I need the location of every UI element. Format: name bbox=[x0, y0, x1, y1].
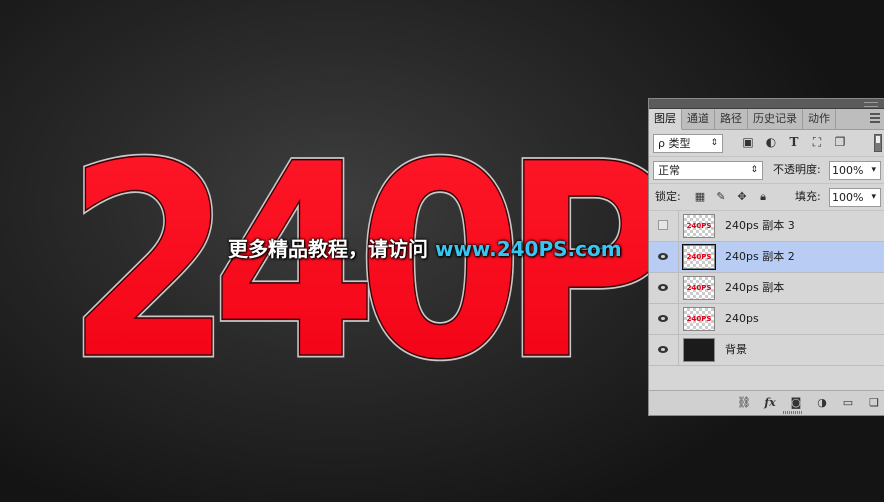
eye-icon[interactable] bbox=[658, 284, 668, 291]
blend-mode-value: 正常 bbox=[658, 164, 680, 177]
blend-row: 正常 ⇕ 不透明度: 100% ▾ bbox=[649, 157, 884, 184]
opacity-field[interactable]: 100% ▾ bbox=[829, 161, 881, 180]
layer-name[interactable]: 240ps bbox=[725, 304, 759, 334]
thumbnail-text: 240PS bbox=[686, 253, 712, 261]
blend-mode-select[interactable]: 正常 ⇕ bbox=[653, 161, 763, 180]
filter-kind-select[interactable]: ρ 类型 ⇕ bbox=[653, 134, 723, 153]
tab-actions[interactable]: 动作 bbox=[803, 109, 836, 129]
layer-name[interactable]: 240ps 副本 3 bbox=[725, 211, 795, 241]
panel-footer: ⛓ fx ◙ ◑ ▭ ❏ bbox=[649, 390, 884, 415]
tab-channels[interactable]: 通道 bbox=[682, 109, 715, 129]
filter-row: ρ 类型 ⇕ ▣ ◐ T ⛶ ❐ bbox=[649, 130, 884, 157]
lock-row: 锁定: ▦ ✎ ✥ 🔒︎ 填充: 100% ▾ bbox=[649, 184, 884, 211]
layer-thumbnail: 240PS bbox=[683, 307, 715, 331]
resize-grip[interactable] bbox=[783, 411, 803, 414]
layer-list: 240PS 240ps 副本 3 240PS 240ps 副本 2 240PS … bbox=[649, 211, 884, 366]
image-filter-icon[interactable]: ▣ bbox=[741, 135, 755, 149]
watermark: 更多精品教程，请访问 www.240PS.com bbox=[228, 234, 622, 264]
add-mask-icon[interactable]: ◙ bbox=[789, 395, 803, 409]
visibility-toggle[interactable] bbox=[649, 304, 679, 334]
adjustment-filter-icon[interactable]: ◐ bbox=[764, 135, 778, 149]
watermark-text: 更多精品教程，请访问 bbox=[228, 237, 428, 261]
filter-kind-label: ρ 类型 bbox=[658, 137, 691, 150]
fill-label: 填充: bbox=[795, 190, 821, 203]
select-arrows-icon: ⇕ bbox=[750, 165, 758, 175]
lock-all-icon[interactable]: 🔒︎ bbox=[756, 189, 770, 204]
lock-position-icon[interactable]: ✥ bbox=[735, 189, 749, 204]
fill-value: 100% bbox=[832, 191, 864, 204]
link-layers-icon[interactable]: ⛓ bbox=[737, 395, 751, 409]
eye-icon[interactable] bbox=[658, 253, 668, 260]
dropdown-arrow-icon: ▾ bbox=[871, 192, 876, 202]
lock-label: 锁定: bbox=[655, 190, 681, 203]
fx-icon[interactable]: fx bbox=[763, 395, 777, 409]
filter-toggle[interactable] bbox=[874, 134, 882, 152]
layer-name[interactable]: 240ps 副本 bbox=[725, 273, 784, 303]
layer-row-selected[interactable]: 240PS 240ps 副本 2 bbox=[649, 242, 884, 273]
select-arrows-icon: ⇕ bbox=[710, 138, 718, 148]
visibility-toggle[interactable] bbox=[649, 335, 679, 365]
opacity-label: 不透明度: bbox=[773, 163, 821, 176]
thumbnail-text: 240PS bbox=[686, 222, 712, 230]
dropdown-arrow-icon: ▾ bbox=[871, 165, 876, 175]
type-filter-icon[interactable]: T bbox=[787, 135, 801, 149]
visibility-toggle[interactable] bbox=[649, 211, 679, 241]
new-adjustment-icon[interactable]: ◑ bbox=[815, 395, 829, 409]
layer-name[interactable]: 背景 bbox=[725, 335, 747, 365]
background-thumbnail bbox=[683, 338, 715, 362]
visibility-toggle[interactable] bbox=[649, 242, 679, 272]
collapse-icon[interactable] bbox=[864, 102, 878, 107]
layers-panel: 图层 通道 路径 历史记录 动作 ρ 类型 ⇕ ▣ ◐ T ⛶ ❐ 正常 ⇕ 不… bbox=[648, 98, 884, 416]
panel-menu-icon[interactable] bbox=[870, 113, 880, 125]
fill-field[interactable]: 100% ▾ bbox=[829, 188, 881, 207]
tab-layers[interactable]: 图层 bbox=[649, 109, 682, 130]
tab-paths[interactable]: 路径 bbox=[715, 109, 748, 129]
eye-icon[interactable] bbox=[658, 315, 668, 322]
lock-transparent-pixels-icon[interactable]: ▦ bbox=[693, 189, 707, 204]
new-group-icon[interactable]: ▭ bbox=[841, 395, 855, 409]
new-layer-icon[interactable]: ❏ bbox=[867, 395, 881, 409]
shape-filter-icon[interactable]: ⛶ bbox=[810, 135, 824, 149]
lock-image-pixels-icon[interactable]: ✎ bbox=[714, 189, 728, 204]
thumbnail-text: 240PS bbox=[686, 315, 712, 323]
layer-thumbnail: 240PS bbox=[682, 244, 716, 270]
layer-name[interactable]: 240ps 副本 2 bbox=[725, 242, 795, 272]
visibility-toggle[interactable] bbox=[649, 273, 679, 303]
layer-row[interactable]: 240PS 240ps 副本 bbox=[649, 273, 884, 304]
layer-thumbnail: 240PS bbox=[683, 276, 715, 300]
panel-title-bar[interactable] bbox=[649, 99, 884, 109]
tab-history[interactable]: 历史记录 bbox=[748, 109, 803, 129]
watermark-url[interactable]: www.240PS.com bbox=[435, 237, 622, 261]
hidden-box-icon[interactable] bbox=[658, 220, 668, 230]
layer-row[interactable]: 背景 bbox=[649, 335, 884, 366]
eye-icon[interactable] bbox=[658, 346, 668, 353]
layer-row[interactable]: 240PS 240ps bbox=[649, 304, 884, 335]
smart-object-filter-icon[interactable]: ❐ bbox=[833, 135, 847, 149]
panel-tabs: 图层 通道 路径 历史记录 动作 bbox=[649, 109, 884, 130]
thumbnail-text: 240PS bbox=[686, 284, 712, 292]
layer-thumbnail: 240PS bbox=[683, 214, 715, 238]
opacity-value: 100% bbox=[832, 164, 864, 177]
layer-row[interactable]: 240PS 240ps 副本 3 bbox=[649, 211, 884, 242]
